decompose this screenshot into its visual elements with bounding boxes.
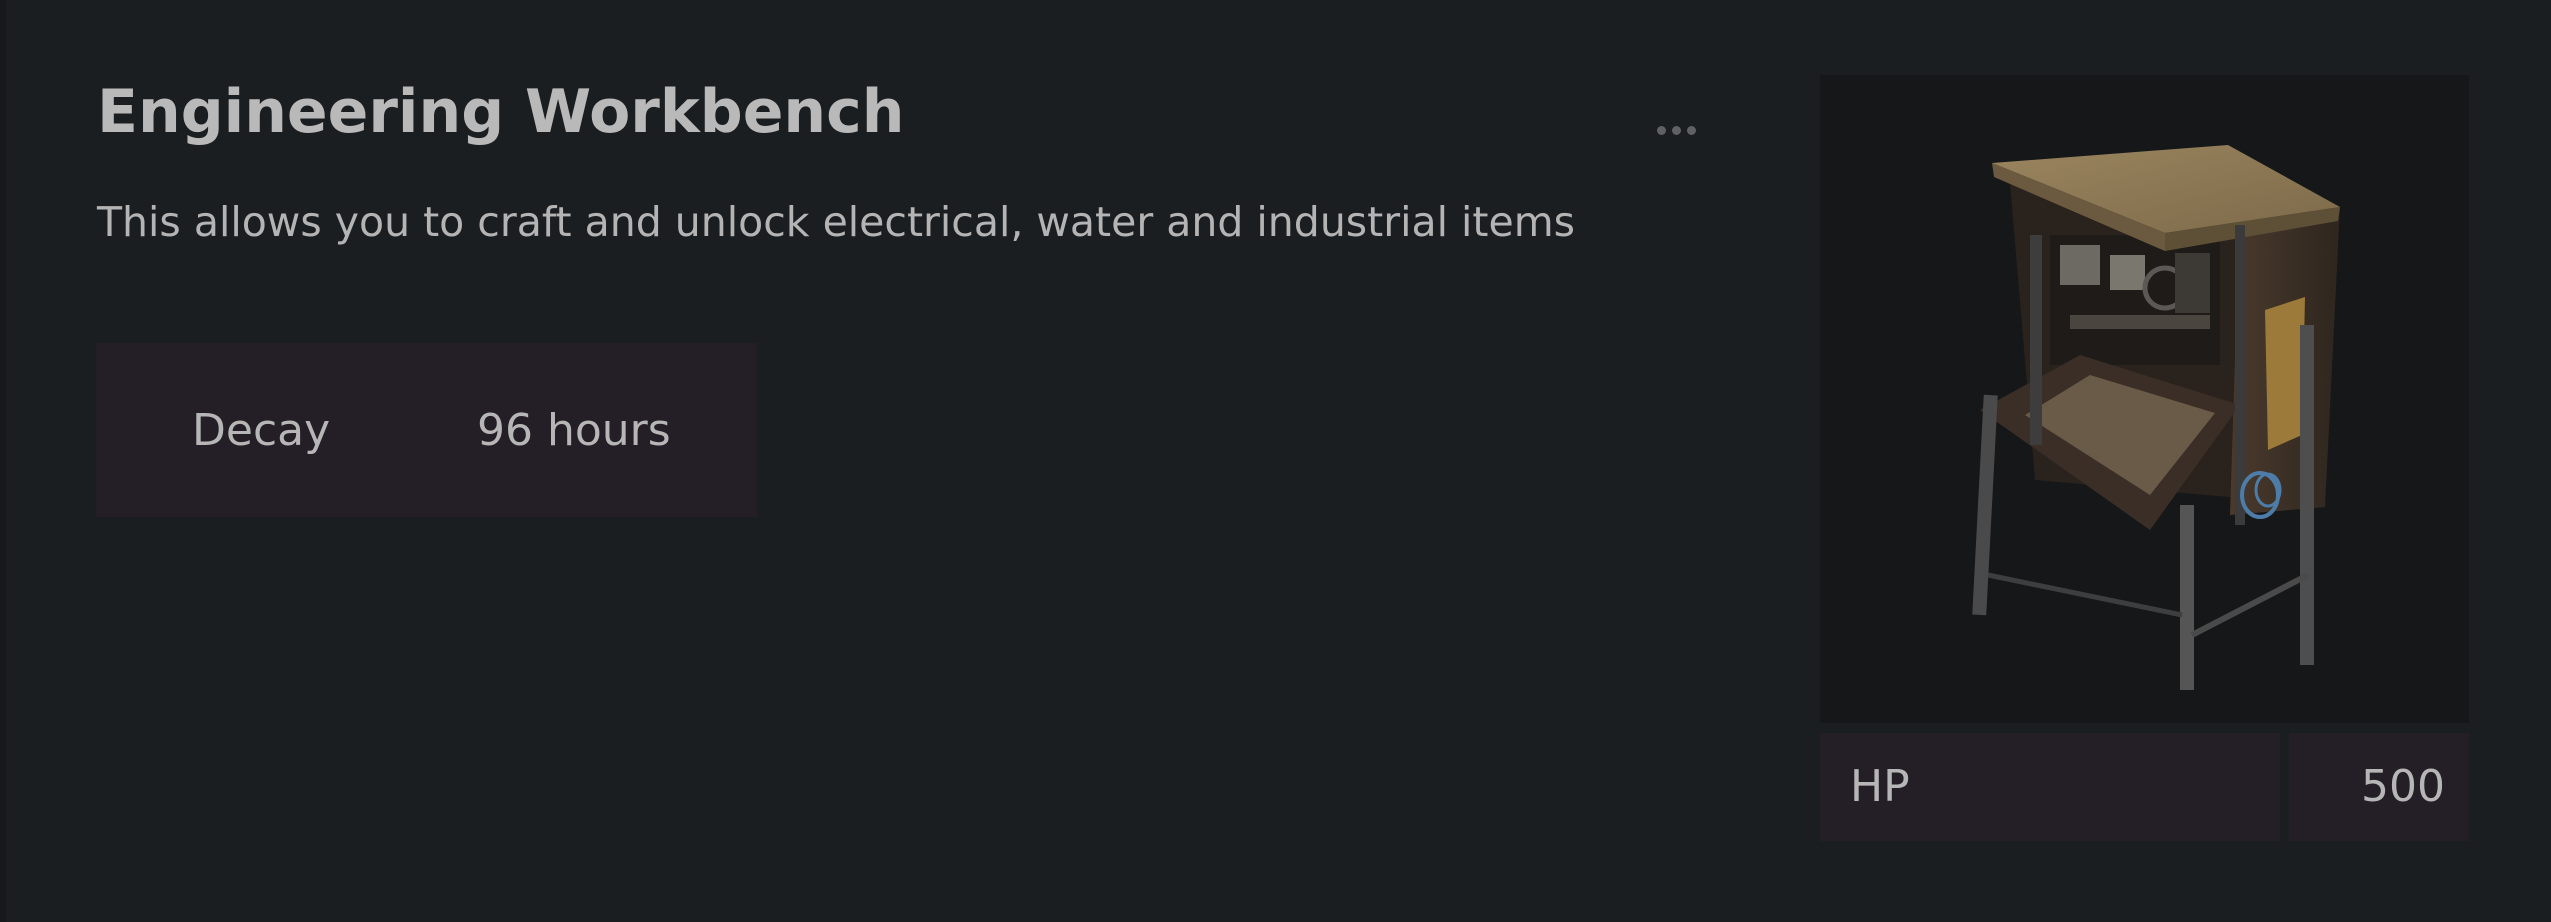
item-description: This allows you to craft and unlock elec… <box>97 198 1576 246</box>
hp-value: 500 <box>2361 761 2445 812</box>
hp-label: HP <box>1850 761 1910 812</box>
decay-label: Decay <box>192 405 331 456</box>
workbench-image <box>1972 145 2340 690</box>
item-title: Engineering Workbench <box>97 77 905 147</box>
more-options-icon-dot <box>1686 125 1696 135</box>
more-options-button[interactable] <box>1644 112 1708 148</box>
hp-label-cell: HP <box>1820 733 2280 841</box>
item-image <box>1820 75 2469 723</box>
decay-stat: Decay 96 hours <box>96 343 757 517</box>
left-edge-divider <box>0 0 6 922</box>
more-options-icon <box>1656 125 1666 135</box>
more-options-icon-dot <box>1671 125 1681 135</box>
hp-value-cell: 500 <box>2289 733 2469 841</box>
decay-value: 96 hours <box>477 405 671 456</box>
